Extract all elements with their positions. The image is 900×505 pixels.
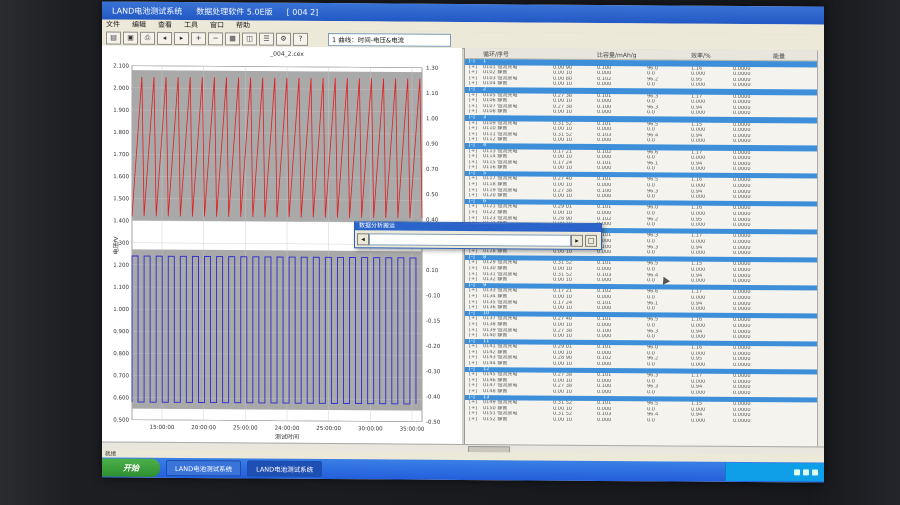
y-left-tick-label: 1.600	[113, 174, 129, 180]
table-cell: 0.000	[691, 418, 706, 424]
y-right-tick-label: -0.40	[426, 394, 441, 400]
y-right-tick-label: -0.30	[426, 369, 441, 375]
menu-edit[interactable]: 编辑	[132, 20, 146, 30]
y-left-tick-label: 1.100	[113, 285, 129, 291]
x-tick-label: 25:00:00	[233, 425, 258, 431]
popup-title: 数据分析搬运	[355, 222, 601, 232]
menu-window[interactable]: 窗口	[210, 20, 224, 30]
col-header-index[interactable]: 循环/序号	[483, 49, 553, 58]
y-left-tick-label: 1.400	[113, 218, 129, 224]
x-axis-label: 测试时间	[275, 433, 299, 441]
y-left-tick-label: 0.500	[113, 418, 129, 424]
x-tick-label: 30:00:00	[358, 426, 383, 432]
table-vertical-scrollbar[interactable]	[817, 50, 824, 447]
chart-icon[interactable]: ◫	[242, 31, 257, 46]
zoom-in-icon[interactable]: +	[191, 31, 206, 45]
table-cell: 0.00 10	[553, 417, 573, 423]
y-right-tick-label: -0.15	[426, 319, 441, 325]
y-right-tick-label: -0.10	[426, 293, 441, 299]
print-icon[interactable]: ⎙	[140, 31, 155, 45]
y-left-tick-label: 1.000	[113, 307, 129, 313]
taskbar-item-2[interactable]: LAND电池测试系统	[247, 460, 323, 478]
tray-input-icon[interactable]	[812, 469, 818, 476]
table-icon[interactable]: ☰	[259, 32, 274, 46]
x-tick-label: 35:00:00	[400, 427, 425, 433]
tray-volume-icon[interactable]	[803, 469, 809, 476]
y-right-tick-label: 0.10	[426, 268, 439, 274]
menu-help[interactable]: 帮助	[236, 20, 250, 30]
y-right-tick-label: 1.10	[426, 91, 439, 97]
y-right-tick-label: 1.00	[426, 116, 439, 122]
popup-left-arrow-icon[interactable]: ◂	[357, 233, 369, 246]
table-row[interactable]: [+] 0152 静置 0.00 10 0.000 0.0 0.000 0.0000	[465, 417, 824, 425]
y-left-tick-label: 2.100	[113, 64, 129, 70]
tray-network-icon[interactable]	[794, 469, 800, 476]
zoom-out-icon[interactable]: −	[208, 31, 223, 45]
open-icon[interactable]: ▤	[106, 31, 121, 45]
y-left-tick-label: 1.700	[113, 152, 129, 158]
y-right-tick-label: 0.90	[426, 142, 439, 148]
y-left-tick-label: 1.800	[113, 130, 129, 136]
start-button[interactable]: 开始	[102, 458, 160, 477]
save-icon[interactable]: ▣	[123, 31, 138, 45]
table-cell: 0.000	[597, 417, 612, 424]
x-tick-label: 20:00:00	[191, 425, 216, 431]
chart-title: _004_2.cex	[269, 51, 304, 58]
y-left-tick-label: 0.900	[113, 329, 129, 335]
table-cell: 0152 静置	[483, 417, 508, 423]
status-text: 就绪	[105, 451, 117, 458]
taskbar-item-1[interactable]: LAND电池测试系统	[166, 459, 242, 477]
grid-icon[interactable]: ▦	[225, 31, 240, 45]
x-tick-label: 25:00:00	[316, 426, 341, 432]
menu-tools[interactable]: 工具	[184, 20, 198, 30]
y-left-tick-label: 1.500	[113, 196, 129, 202]
doc-title: 数据处理软件 5.0E版	[196, 6, 273, 17]
app-title: LAND电池测试系统	[112, 6, 183, 16]
popup-close-icon[interactable]: □	[585, 234, 597, 247]
y-right-tick-label: -0.50	[426, 420, 441, 426]
x-tick-label: 24:00:00	[275, 426, 300, 432]
table-cell: 0.0000	[733, 418, 751, 425]
col-header-capacity[interactable]: 比容量/mAh/g	[597, 49, 647, 58]
y-right-tick-label: 0.70	[426, 167, 439, 173]
settings-icon[interactable]: ⚙	[276, 32, 291, 46]
menu-view[interactable]: 查看	[158, 20, 172, 30]
doc-id: [ 004 2]	[286, 7, 319, 17]
system-tray	[725, 462, 824, 482]
back-icon[interactable]: ◂	[157, 31, 172, 45]
view-select[interactable]: 1 曲线：时间-电压&电流	[328, 32, 451, 47]
analysis-popup: 数据分析搬运 ◂ ▸ □	[354, 221, 602, 250]
y-left-tick-label: 0.700	[113, 373, 129, 379]
popup-right-arrow-icon[interactable]: ▸	[571, 234, 583, 247]
y-left-tick-label: 1.200	[113, 263, 129, 269]
app-screen: LAND电池测试系统 数据处理软件 5.0E版 [ 004 2] 文件 编辑 查…	[102, 1, 824, 483]
y-left-tick-label: 1.900	[113, 108, 129, 114]
y-right-tick-label: 1.30	[426, 66, 439, 72]
col-header-efficiency[interactable]: 效率/%	[691, 50, 733, 59]
menu-file[interactable]: 文件	[106, 20, 120, 30]
y-right-tick-label: -0.20	[426, 344, 441, 350]
x-tick-label: 15:00:00	[150, 425, 175, 431]
y-left-tick-label: 0.600	[113, 395, 129, 401]
forward-icon[interactable]: ▸	[174, 31, 189, 45]
col-header-energy[interactable]: 能量	[773, 51, 813, 60]
table-cell: 0.0	[647, 418, 655, 424]
y-left-tick-label: 2.000	[113, 86, 129, 92]
y-right-tick-label: 0.50	[426, 192, 439, 198]
expand-toggle[interactable]: [+]	[465, 417, 483, 423]
y-axis-label: 电压/V	[112, 236, 120, 255]
help-icon[interactable]: ?	[293, 32, 308, 46]
y-left-tick-label: 0.800	[113, 351, 129, 357]
popup-scroll-track[interactable]	[369, 233, 571, 247]
